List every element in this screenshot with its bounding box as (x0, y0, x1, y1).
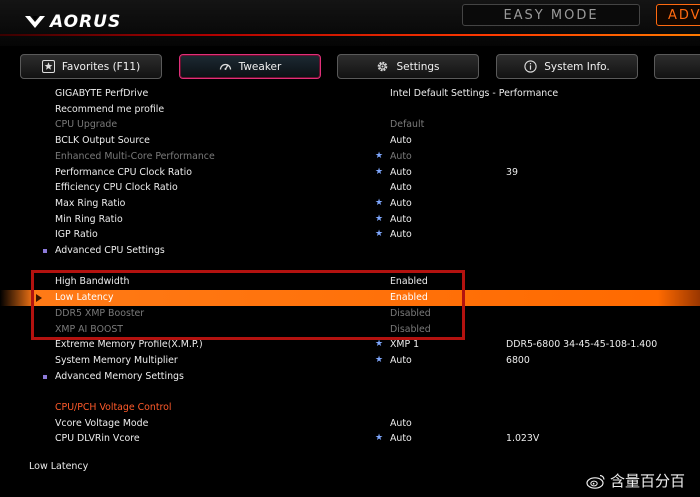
setting-label: CPU Upgrade (55, 119, 118, 131)
tab-system-info-label: System Info. (544, 60, 610, 73)
setting-value[interactable]: Auto (390, 416, 412, 432)
setting-value[interactable]: Auto (390, 353, 412, 369)
setting-value: Disabled (390, 307, 431, 319)
setting-value[interactable]: Auto (390, 212, 412, 228)
setting-row-igp-ratio[interactable]: IGP Ratio ★ Auto (0, 227, 700, 243)
setting-label: Low Latency (55, 292, 114, 304)
header-divider (0, 34, 700, 36)
setting-row-dlvrin-vcore[interactable]: CPU DLVRin Vcore ★ Auto 1.023V (0, 431, 700, 447)
setting-value[interactable]: Auto (390, 133, 412, 149)
setting-current-value: DDR5-6800 34-45-45-108-1.400 (506, 339, 658, 351)
setting-row-recommend-profile[interactable]: Recommend me profile (0, 102, 700, 118)
brand-name: AORUS (50, 12, 122, 32)
setting-row-ddr5-xmp-booster: DDR5 XMP Booster Disabled (0, 306, 700, 322)
setting-row-xmp-profile[interactable]: Extreme Memory Profile(X.M.P.) ★ XMP 1 D… (0, 337, 700, 353)
setting-row-max-ring-ratio[interactable]: Max Ring Ratio ★ Auto (0, 196, 700, 212)
main-tabs: Favorites (F11) Tweaker Settings System … (0, 54, 700, 80)
setting-label: XMP AI BOOST (55, 323, 124, 335)
setting-value: Disabled (390, 323, 431, 335)
setting-label: Recommend me profile (55, 103, 165, 115)
submenu-bullet-icon (43, 374, 47, 379)
setting-current-value: 1.023V (506, 433, 540, 445)
setting-current-value: 39 (506, 166, 518, 178)
favorite-star-icon: ★ (375, 213, 384, 224)
setting-value: Default (390, 119, 425, 131)
favorite-star-icon: ★ (375, 433, 384, 444)
setting-label: Max Ring Ratio (55, 197, 126, 209)
weibo-logo-icon (586, 474, 605, 489)
tab-favorites-label: Favorites (F11) (61, 60, 141, 73)
favorite-star-icon: ★ (375, 229, 384, 240)
info-icon (524, 60, 537, 73)
setting-label: Performance CPU Clock Ratio (55, 166, 192, 178)
setting-value[interactable]: Auto (390, 227, 412, 243)
setting-row-xmp-ai-boost: XMP AI BOOST Disabled (0, 322, 700, 338)
setting-label: CPU DLVRin Vcore (55, 433, 140, 445)
submenu-label: Advanced CPU Settings (55, 245, 165, 256)
gear-icon (378, 61, 388, 72)
watermark: 含量百分百 (586, 470, 685, 491)
watermark-text: 含量百分百 (610, 472, 686, 490)
setting-row-perfdrive[interactable]: GIGABYTE PerfDrive Intel Default Setting… (0, 86, 700, 102)
section-title: CPU/PCH Voltage Control (55, 402, 172, 413)
favorite-star-icon: ★ (375, 339, 384, 350)
setting-value[interactable]: XMP 1 (390, 337, 419, 353)
setting-value[interactable]: Intel Default Settings - Performance (390, 86, 558, 102)
setting-label: System Memory Multiplier (55, 354, 178, 366)
tab-system-info[interactable]: System Info. (496, 54, 638, 79)
setting-row-bclk-output-source[interactable]: BCLK Output Source Auto (0, 133, 700, 149)
setting-row-vcore-mode[interactable]: Vcore Voltage Mode Auto (0, 416, 700, 432)
setting-row-high-bandwidth[interactable]: High Bandwidth Enabled (0, 274, 700, 290)
setting-row-cpu-upgrade: CPU Upgrade Default (0, 117, 700, 133)
setting-label: Enhanced Multi-Core Performance (55, 150, 215, 162)
setting-label: DDR5 XMP Booster (55, 307, 145, 319)
tab-next[interactable] (654, 54, 700, 79)
favorite-star-icon: ★ (375, 354, 384, 365)
setting-label: Vcore Voltage Mode (55, 417, 149, 429)
aorus-logo: AORUS (24, 10, 121, 34)
setting-row-low-latency[interactable]: Low Latency Enabled (0, 290, 700, 306)
setting-value[interactable]: Auto (390, 196, 412, 212)
favorite-star-icon: ★ (375, 166, 384, 177)
setting-label: IGP Ratio (55, 229, 98, 241)
setting-row-advanced-cpu[interactable]: Advanced CPU Settings (0, 243, 700, 259)
setting-row-eff-cpu-ratio[interactable]: Efficiency CPU Clock Ratio Auto (0, 180, 700, 196)
submenu-bullet-icon (43, 249, 47, 253)
setting-label: High Bandwidth (55, 276, 130, 288)
setting-value[interactable]: Auto (390, 165, 412, 181)
setting-value: Auto (390, 150, 412, 162)
easy-mode-button[interactable]: EASY MODE (462, 4, 640, 26)
setting-row-memory-multiplier[interactable]: System Memory Multiplier ★ Auto 6800 (0, 353, 700, 369)
setting-value[interactable]: Enabled (390, 274, 428, 290)
setting-label: Min Ring Ratio (55, 213, 123, 225)
setting-label: Extreme Memory Profile(X.M.P.) (55, 339, 203, 351)
section-cpu-pch-voltage: CPU/PCH Voltage Control (0, 400, 700, 416)
setting-row-advanced-memory[interactable]: Advanced Memory Settings (0, 369, 700, 385)
advanced-mode-button[interactable]: ADV (656, 4, 700, 26)
setting-label: Efficiency CPU Clock Ratio (55, 182, 178, 194)
favorite-star-icon: ★ (375, 197, 384, 208)
setting-value[interactable]: Auto (390, 180, 412, 196)
selection-arrow-icon (36, 294, 42, 303)
setting-row-perf-cpu-ratio[interactable]: Performance CPU Clock Ratio ★ Auto 39 (0, 165, 700, 181)
setting-current-value: 6800 (506, 354, 530, 366)
star-box-icon (41, 60, 55, 73)
tab-favorites[interactable]: Favorites (F11) (20, 54, 162, 79)
setting-label: BCLK Output Source (55, 135, 150, 147)
favorite-star-icon: ★ (375, 150, 384, 161)
eagle-logo-icon (25, 16, 45, 28)
setting-label: GIGABYTE PerfDrive (55, 88, 149, 99)
setting-row-min-ring-ratio[interactable]: Min Ring Ratio ★ Auto (0, 212, 700, 228)
speedometer-icon (219, 63, 231, 70)
setting-row-enhanced-multicore: Enhanced Multi-Core Performance ★ Auto (0, 149, 700, 165)
help-text: Low Latency (29, 461, 89, 472)
tab-tweaker[interactable]: Tweaker (179, 54, 321, 79)
tab-settings[interactable]: Settings (337, 54, 479, 79)
setting-value[interactable]: Auto (390, 431, 412, 447)
tab-settings-label: Settings (396, 60, 440, 73)
submenu-label: Advanced Memory Settings (55, 370, 184, 382)
tab-tweaker-label: Tweaker (238, 60, 282, 73)
top-bar: AORUS EASY MODE ADV (0, 0, 700, 46)
setting-value[interactable]: Enabled (390, 290, 428, 306)
